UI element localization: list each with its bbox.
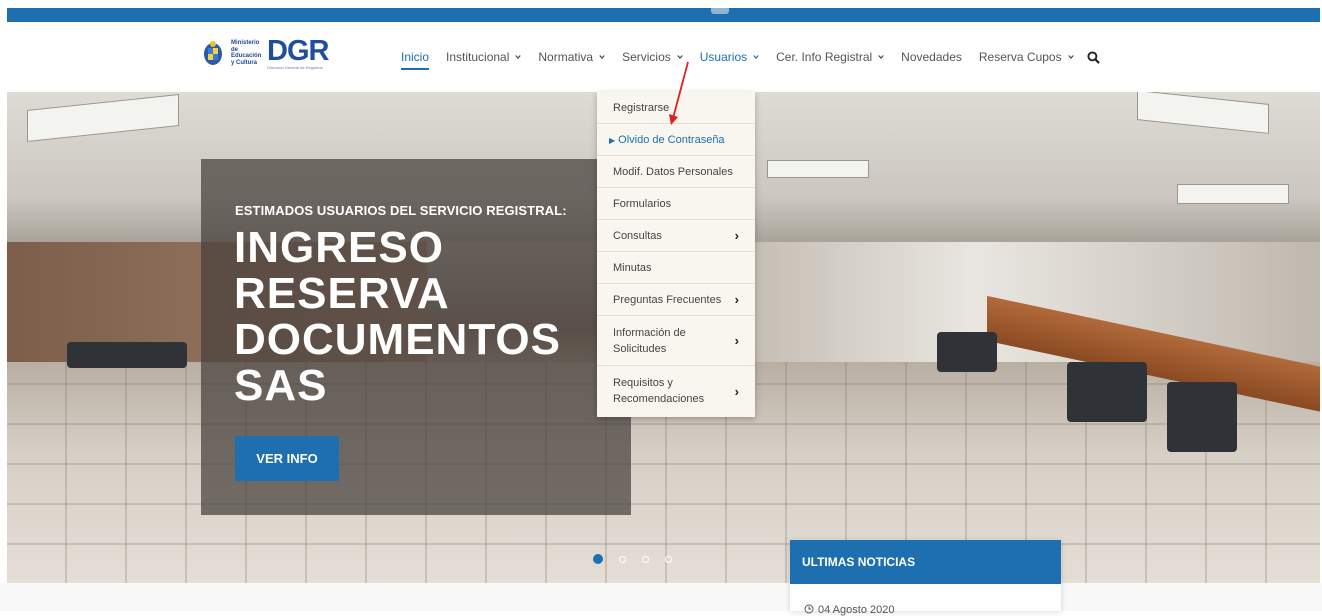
menu-item-label: Olvido de Contraseña — [618, 133, 725, 146]
content-band — [0, 583, 1322, 611]
nav-label: Servicios — [622, 50, 671, 64]
nav-label: Cer. Info Registral — [776, 50, 873, 64]
ver-info-button[interactable]: VER INFO — [235, 436, 339, 481]
menu-item-minutas[interactable]: Minutas — [597, 252, 755, 284]
chevron-right-icon: › — [734, 228, 739, 243]
menu-item-label: Información de Solicitudes — [613, 326, 686, 355]
chevron-down-icon — [599, 55, 605, 60]
ministry-line: de Educación — [231, 46, 262, 60]
menu-item-consultas[interactable]: Consultas › — [597, 220, 755, 252]
chevron-down-icon — [878, 55, 884, 60]
menu-item-label: Formularios — [613, 197, 672, 210]
nav-label: Normativa — [538, 50, 594, 64]
menu-item-informacion-solicitudes[interactable]: Información de Solicitudes › — [597, 316, 755, 366]
menu-item-label: Preguntas Frecuentes — [613, 293, 722, 306]
hero-photo-chairs — [67, 342, 187, 368]
top-bar — [7, 8, 1320, 22]
nav-reserva-cupos[interactable]: Reserva Cupos — [979, 50, 1074, 64]
clock-icon — [804, 604, 814, 614]
annotation-arrow-icon — [669, 61, 689, 125]
chevron-down-icon — [515, 55, 522, 60]
brand-subtitle: Dirección General de Registros — [267, 64, 323, 70]
menu-item-requisitos[interactable]: Requisitos y Recomendaciones › — [597, 366, 755, 416]
caret-right-icon: ▶ — [609, 135, 616, 145]
site-header: Ministerio de Educación y Cultura DGR Di… — [7, 22, 1320, 92]
top-bar-tab — [711, 8, 729, 14]
hero-photo-chairs — [1167, 382, 1237, 452]
menu-item-label: Consultas — [613, 229, 662, 242]
news-date: 04 Agosto 2020 — [818, 604, 895, 616]
dgr-wordmark: DGR Dirección General de Registros — [267, 34, 329, 70]
nav-institucional[interactable]: Institucional — [446, 50, 522, 64]
hero-kicker: ESTIMADOS USUARIOS DEL SERVICIO REGISTRA… — [235, 203, 567, 218]
nav-novedades[interactable]: Novedades — [901, 50, 962, 64]
menu-item-label: Modif. Datos Personales — [613, 165, 733, 178]
nav-normativa[interactable]: Normativa — [538, 50, 605, 64]
menu-item-label: Requisitos y Recomendaciones — [613, 377, 705, 405]
ceiling-light — [767, 160, 869, 178]
chevron-down-icon — [753, 55, 759, 60]
slider-dot[interactable] — [665, 555, 672, 563]
chevron-down-icon — [1067, 55, 1074, 60]
hero-caption-box: ESTIMADOS USUARIOS DEL SERVICIO REGISTRA… — [201, 159, 631, 515]
nav-label: Inicio — [401, 50, 430, 64]
hero-photo-chairs — [1067, 362, 1147, 422]
usuarios-dropdown-menu: Registrarse ▶ Olvido de Contraseña Modif.… — [597, 92, 755, 417]
menu-item-preguntas-frecuentes[interactable]: Preguntas Frecuentes › — [597, 284, 755, 316]
chevron-right-icon: › — [734, 333, 739, 348]
nav-cer-info-registral[interactable]: Cer. Info Registral — [776, 50, 884, 64]
chevron-right-icon: › — [734, 383, 739, 399]
hero-title-line: RESERVA — [234, 269, 450, 318]
nav-label: Novedades — [901, 50, 962, 64]
main-nav: Inicio Institucional Normativa Servicios… — [401, 50, 1100, 70]
nav-usuarios[interactable]: Usuarios — [700, 50, 759, 64]
ceiling-light — [1177, 184, 1289, 204]
slider-dot[interactable] — [593, 554, 603, 564]
search-icon[interactable] — [1087, 50, 1100, 64]
nav-inicio[interactable]: Inicio — [401, 50, 430, 70]
site-logo[interactable]: Ministerio de Educación y Cultura DGR Di… — [201, 34, 329, 70]
hero-title-line: SAS — [234, 361, 328, 410]
slider-dots — [593, 554, 688, 564]
brand-name: DGR — [267, 34, 329, 67]
news-widget: ULTIMAS NOTICIAS 04 Agosto 2020 — [790, 540, 1061, 616]
menu-item-formularios[interactable]: Formularios — [597, 188, 755, 220]
news-heading: ULTIMAS NOTICIAS — [790, 540, 1061, 584]
hero-title-line: INGRESO — [234, 223, 444, 272]
nav-label: Institucional — [446, 50, 510, 64]
menu-item-label: Registrarse — [613, 101, 670, 114]
nav-label: Reserva Cupos — [978, 50, 1062, 64]
hero-title-line: DOCUMENTOS — [234, 315, 561, 364]
ministry-line: y Cultura — [231, 59, 258, 66]
chevron-right-icon: › — [734, 292, 739, 307]
slider-dot[interactable] — [642, 555, 649, 563]
nav-label: Usuarios — [699, 50, 748, 64]
coat-of-arms-icon — [204, 41, 222, 65]
hero-title: INGRESO RESERVA DOCUMENTOS SAS — [234, 225, 614, 409]
menu-item-label: Minutas — [613, 261, 652, 274]
menu-item-modif-datos[interactable]: Modif. Datos Personales — [597, 156, 755, 188]
hero-photo-chairs — [937, 332, 997, 372]
slider-dot[interactable] — [619, 555, 626, 563]
ministry-name: Ministerio de Educación y Cultura — [231, 40, 265, 66]
